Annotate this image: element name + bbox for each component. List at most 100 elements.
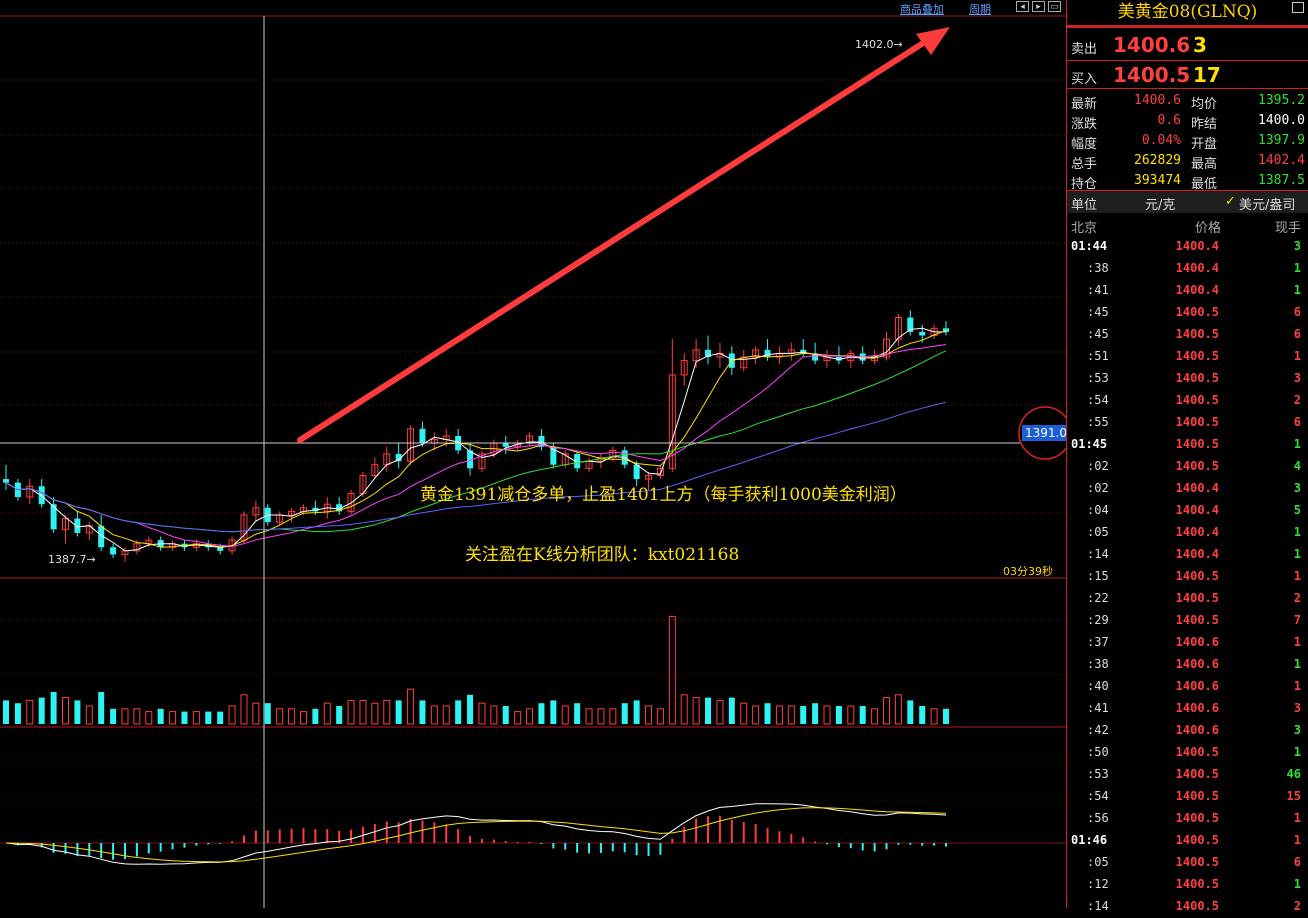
nav-left-button[interactable]: ◂	[1016, 1, 1029, 12]
volume-bar	[930, 708, 938, 725]
volume-bar	[336, 706, 343, 724]
volume-bar	[228, 705, 236, 725]
trend-arrow-shaft	[297, 37, 931, 443]
tick-time: :22	[1087, 591, 1109, 605]
tick-row: :14 1400.5 2	[1071, 896, 1305, 918]
volume-bar	[692, 697, 700, 725]
candle-body	[110, 547, 117, 555]
tick-price: 1400.5	[1175, 569, 1219, 583]
nav-window-button[interactable]: ▭	[1048, 1, 1061, 12]
volume-bar	[502, 706, 509, 724]
unit-usd-option[interactable]: 美元/盎司	[1239, 194, 1295, 213]
tick-time: :37	[1087, 635, 1109, 649]
tick-volume: 4	[1293, 459, 1301, 473]
tick-row: 01:46 1400.5 1	[1071, 830, 1305, 852]
trend-arrow-head	[916, 27, 950, 55]
tick-time: :02	[1087, 459, 1109, 473]
volume-bar	[312, 708, 319, 724]
volume-bar	[26, 699, 34, 725]
stat-value: 1397.9	[1258, 133, 1305, 148]
tick-row: :54 1400.5 2	[1071, 390, 1305, 412]
symbol-title[interactable]: 美黄金08(GLNQ)	[1067, 0, 1308, 26]
stat-label: 均价	[1191, 97, 1218, 112]
volume-bar	[455, 700, 462, 724]
nav-right-button[interactable]: ▸	[1032, 1, 1045, 12]
volume-bar	[812, 703, 819, 724]
tick-time: :42	[1087, 723, 1109, 737]
ticks-time-header: 北京	[1071, 221, 1098, 236]
volume-bar	[14, 703, 21, 724]
volume-bar	[442, 705, 450, 725]
tick-volume: 3	[1293, 481, 1301, 495]
tick-volume: 46	[1286, 767, 1301, 781]
candle-body	[419, 428, 426, 444]
tick-volume: 1	[1293, 349, 1301, 363]
volume-bar	[538, 703, 545, 724]
tick-row: :05 1400.4 1	[1071, 522, 1305, 544]
tick-volume: 1	[1293, 569, 1301, 583]
low-price-label: 1387.7→	[48, 553, 96, 566]
volume-bar	[490, 705, 498, 725]
tick-price: 1400.5	[1175, 855, 1219, 869]
tick-volume: 1	[1293, 547, 1301, 561]
volume-bar	[550, 700, 557, 724]
stat-label: 最新	[1071, 97, 1098, 112]
volume-bar	[133, 708, 141, 725]
tick-volume: 1	[1293, 261, 1301, 275]
candle-body	[764, 349, 771, 358]
kline-chart-panel[interactable]: 商品叠加 周期 ◂ ▸ ▭ 1402.0→ 1387.7→ 黄金1391减仓多单…	[0, 0, 1070, 908]
volume-bar	[752, 705, 760, 725]
tick-row: :14 1400.4 1	[1071, 544, 1305, 566]
volume-bar	[181, 711, 188, 724]
overlay-link[interactable]: 商品叠加	[900, 1, 944, 17]
volume-bar	[264, 703, 271, 724]
volume-bar	[787, 705, 795, 725]
tick-price: 1400.5	[1175, 767, 1219, 781]
tick-time: :51	[1087, 349, 1109, 363]
tick-volume: 1	[1293, 811, 1301, 825]
ma-line	[5, 327, 946, 552]
ticks-price-header: 价格	[1195, 221, 1222, 236]
volume-bar	[633, 700, 640, 724]
volume-bar	[3, 700, 9, 724]
tick-volume: 1	[1293, 679, 1301, 693]
tick-price: 1400.5	[1175, 591, 1219, 605]
tick-volume: 1	[1293, 635, 1301, 649]
tick-time: :41	[1087, 283, 1109, 297]
bid-price: 1400.5	[1113, 63, 1191, 87]
volume-bar	[919, 706, 926, 724]
volume-bar	[121, 708, 129, 725]
unit-yuan-option[interactable]: 元/克	[1145, 194, 1175, 213]
stat-value: 1400.6	[1134, 93, 1181, 108]
tick-row: :54 1400.5 15	[1071, 786, 1305, 808]
tick-row: :45 1400.5 6	[1071, 324, 1305, 346]
tick-time: :29	[1087, 613, 1109, 627]
tick-price: 1400.4	[1175, 283, 1219, 297]
tick-volume: 1	[1293, 745, 1301, 759]
volume-bar	[157, 708, 164, 724]
window-box-icon[interactable]	[1292, 2, 1304, 13]
tick-row: :40 1400.6 1	[1071, 676, 1305, 698]
candle-body	[919, 331, 926, 336]
stat-value: 0.6	[1157, 113, 1181, 128]
period-link[interactable]: 周期	[969, 1, 991, 17]
volume-bar	[668, 615, 676, 725]
quote-side-panel: 美黄金08(GLNQ) 卖出 1400.6 3 买入 1400.5 17 最新 1…	[1066, 0, 1308, 913]
stat-label: 开盘	[1191, 137, 1218, 152]
volume-bar	[645, 705, 653, 725]
tick-price: 1400.5	[1175, 811, 1219, 825]
tick-price: 1400.5	[1175, 899, 1219, 913]
volume-bar	[907, 700, 914, 724]
divider	[1067, 88, 1308, 89]
volume-bar	[705, 697, 712, 724]
volume-bar	[574, 703, 581, 724]
volume-bar	[859, 706, 866, 724]
volume-bar	[240, 694, 248, 725]
volume-bar	[514, 711, 522, 725]
tick-time: :04	[1087, 503, 1109, 517]
stat-value: 0.04%	[1141, 133, 1181, 148]
volume-bar	[871, 708, 879, 725]
volume-bar	[728, 697, 735, 724]
bid-label: 买入	[1071, 72, 1098, 87]
tick-volume: 2	[1293, 393, 1301, 407]
